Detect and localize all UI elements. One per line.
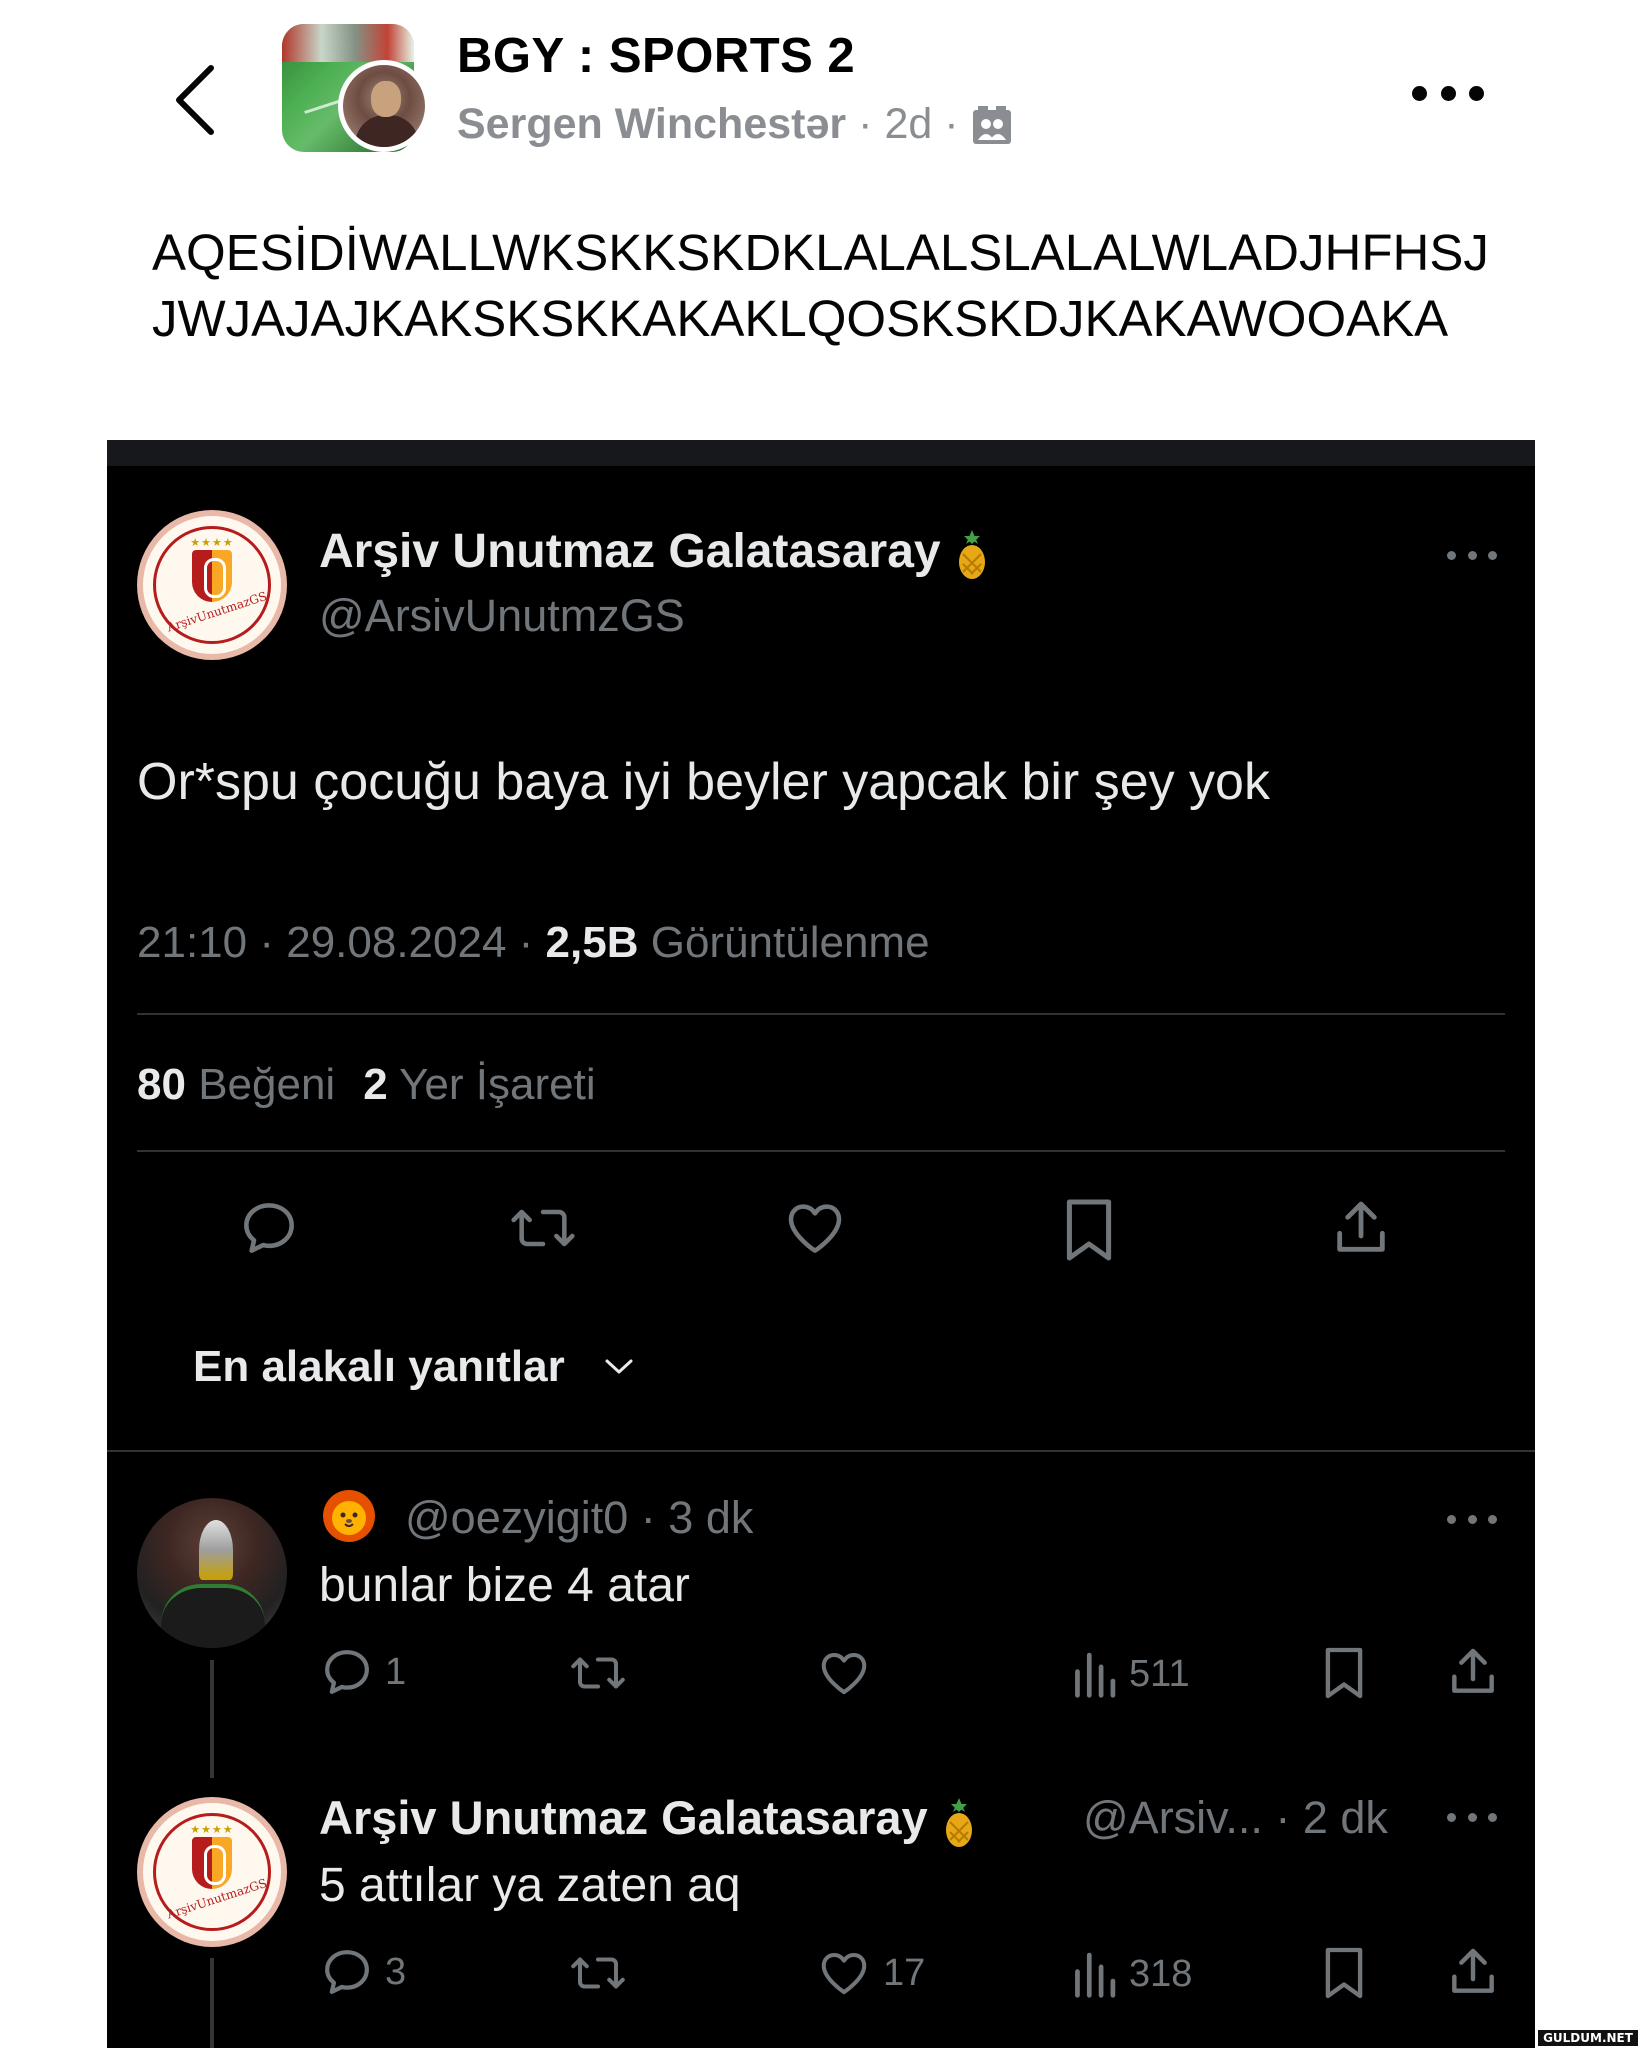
more-options-button[interactable] <box>1412 78 1484 108</box>
author-name[interactable]: Sergen Winchestər <box>457 100 846 149</box>
reply-handle: @oezyigit0 · 3 dk <box>405 1492 754 1543</box>
reply-author-avatar[interactable] <box>137 1498 287 1648</box>
lion-emoji-icon <box>323 1490 375 1542</box>
bookmark-icon <box>1325 1647 1363 1699</box>
group-name[interactable]: BGY : SPORTS 2 <box>457 28 855 84</box>
reply-like-button[interactable]: 17 <box>815 1946 925 2000</box>
reply-more-button[interactable] <box>1447 1512 1497 1526</box>
thread-line <box>210 1660 214 1778</box>
reply-icon <box>244 1203 294 1253</box>
pineapple-emoji-icon <box>945 1797 972 1847</box>
share-icon <box>1337 1201 1385 1252</box>
like-count: 17 <box>883 1951 926 1994</box>
views-chart-icon <box>1075 1952 1116 1998</box>
tweet-handle: @ArsivUnutmzGS <box>319 590 685 641</box>
tweet-text: Or*spu çocuğu baya iyi beyler yapcak bir… <box>137 753 1270 811</box>
tweet-timestamp: 21:10 · 29.08.2024 · 2,5B Görüntülenme <box>137 918 930 967</box>
tweet-stats: 80 Beğeni 2 Yer İşareti <box>137 1060 596 1109</box>
post-text: AQESİDİWALLWKSKKSKDKLALALSLALALWLADJHFHS… <box>152 224 1489 347</box>
pineapple-emoji-icon <box>958 530 985 580</box>
reply-icon <box>325 1950 369 1994</box>
more-horizontal-icon <box>1447 550 1456 560</box>
divider <box>107 1450 1535 1452</box>
share-icon <box>1452 1948 1494 1993</box>
meta-separator: · <box>944 100 959 148</box>
bookmark-icon <box>1325 1947 1363 1999</box>
like-button[interactable] <box>781 1196 849 1260</box>
reply-reply-button[interactable]: 1 <box>319 1644 406 1700</box>
reply-share-button[interactable] <box>1445 1944 1501 2000</box>
reply-more-button[interactable] <box>1447 1810 1497 1824</box>
bookmark-button[interactable] <box>1061 1196 1117 1264</box>
reply-text: bunlar bize 4 atar <box>319 1559 690 1612</box>
tweet-more-button[interactable] <box>1447 548 1497 562</box>
reply-author: Arşiv Unutmaz Galatasaray <box>319 1790 976 1848</box>
more-horizontal-icon <box>1447 1514 1456 1524</box>
like-icon <box>821 1652 867 1695</box>
post-time[interactable]: 2d <box>884 100 932 149</box>
reply-button[interactable] <box>237 1196 301 1260</box>
post-header: BGY : SPORTS 2 Sergen Winchestər · 2d · <box>0 0 1640 160</box>
chevron-down-icon <box>605 1359 633 1374</box>
reply-views-button[interactable]: 511 <box>1069 1648 1190 1700</box>
reply-sort-dropdown[interactable]: En alakalı yanıtlar <box>193 1342 635 1392</box>
reply-handle: @Arsiv... · 2 dk <box>1083 1792 1388 1843</box>
reply-retweet-button[interactable] <box>567 1646 629 1700</box>
divider <box>137 1013 1505 1015</box>
reply-bookmark-button[interactable] <box>1321 1944 1367 2002</box>
reply-count: 1 <box>385 1650 407 1693</box>
more-horizontal-icon <box>1447 1812 1456 1822</box>
like-icon <box>788 1204 842 1253</box>
retweet-icon <box>571 1657 625 1689</box>
thread-line <box>210 1958 214 2048</box>
reply-views-button[interactable]: 318 <box>1069 1948 1192 2000</box>
chevron-left-icon <box>176 65 214 135</box>
reply-like-button[interactable] <box>815 1646 873 1700</box>
back-button[interactable] <box>160 55 230 145</box>
meta-separator: · <box>858 100 873 148</box>
reply-icon <box>325 1650 369 1694</box>
share-button[interactable] <box>1329 1196 1393 1260</box>
share-icon <box>1452 1648 1494 1693</box>
galatasaray-logo-avatar: ★★★★ ArşivUnutmazGS <box>137 510 287 660</box>
bookmark-icon <box>1066 1199 1112 1261</box>
like-icon <box>821 1952 867 1995</box>
more-horizontal-icon <box>1412 85 1427 101</box>
retweet-icon <box>511 1209 575 1247</box>
reply-retweet-button[interactable] <box>567 1946 629 2000</box>
watermark: GULDUM.NET <box>1538 2030 1638 2046</box>
reply-text: 5 attılar ya zaten aq <box>319 1859 741 1912</box>
reply-bookmark-button[interactable] <box>1321 1644 1367 1702</box>
tweet-screenshot[interactable]: ★★★★ ArşivUnutmazGS Arşiv Unutmaz Galata… <box>107 440 1535 2048</box>
view-count: 511 <box>1129 1652 1190 1695</box>
post-meta: Sergen Winchestər · 2d · <box>457 100 1013 149</box>
tweet-author: Arşiv Unutmaz Galatasaray <box>319 524 989 580</box>
reply-share-button[interactable] <box>1445 1644 1501 1700</box>
reply-reply-button[interactable]: 3 <box>319 1944 406 2000</box>
reply-count: 3 <box>385 1950 407 1993</box>
galatasaray-logo-avatar[interactable]: ★★★★ ArşivUnutmazGS <box>137 1797 287 1947</box>
group-members-icon[interactable] <box>971 104 1013 146</box>
view-count: 318 <box>1129 1952 1193 1995</box>
retweet-icon <box>571 1957 625 1989</box>
author-avatar[interactable] <box>338 60 430 152</box>
divider <box>137 1150 1505 1152</box>
views-chart-icon <box>1075 1652 1116 1698</box>
retweet-button[interactable] <box>507 1196 579 1260</box>
